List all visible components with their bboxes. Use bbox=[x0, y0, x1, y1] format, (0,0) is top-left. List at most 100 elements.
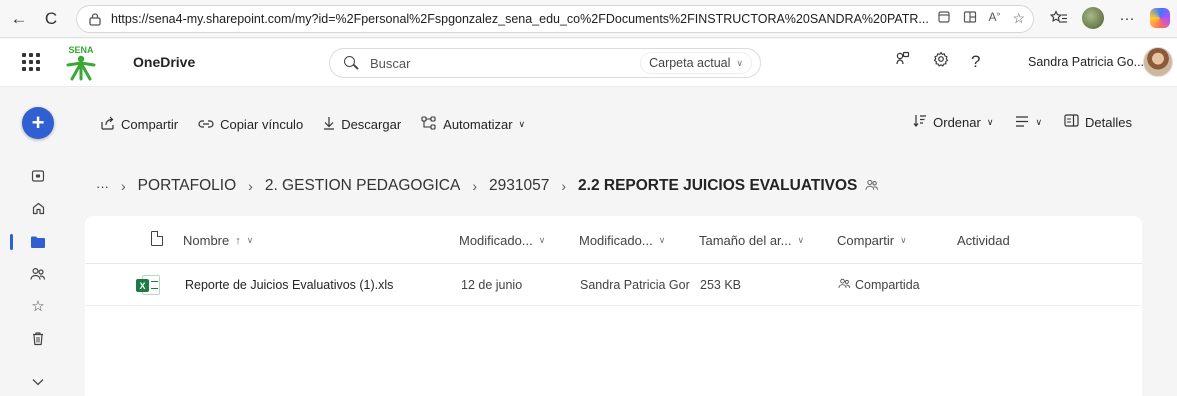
column-modified-label: Modificado... bbox=[459, 233, 533, 248]
read-aloud-icon[interactable]: A» bbox=[989, 10, 1001, 27]
link-icon bbox=[198, 116, 214, 132]
column-header-name[interactable]: Nombre ↑ ∨ bbox=[183, 233, 253, 248]
automate-dropdown[interactable]: Automatizar ∨ bbox=[421, 115, 526, 133]
sena-logo-text: SENA bbox=[68, 45, 94, 55]
copilot-icon[interactable] bbox=[1150, 8, 1170, 28]
chevron-down-icon[interactable] bbox=[28, 372, 48, 392]
download-button[interactable]: Descargar bbox=[323, 116, 401, 133]
automate-label: Automatizar bbox=[443, 116, 513, 132]
chevron-down-icon: ∨ bbox=[658, 235, 666, 245]
profile-avatar-icon[interactable] bbox=[1082, 7, 1104, 29]
copy-link-label: Copiar vínculo bbox=[220, 116, 304, 132]
file-size: 253 KB bbox=[700, 278, 742, 292]
favorites-icon[interactable] bbox=[1048, 7, 1070, 29]
view-options-dropdown[interactable]: ∨ bbox=[1015, 114, 1042, 130]
column-modified-by-label: Modificado... bbox=[579, 233, 653, 248]
active-indicator bbox=[10, 234, 13, 250]
more-options-icon[interactable]: ··· bbox=[1116, 7, 1138, 29]
column-header-modified[interactable]: Modificado... ∨ bbox=[459, 233, 545, 248]
download-label: Descargar bbox=[341, 116, 402, 132]
file-list: Nombre ↑ ∨ Modificado... ∨ Modificado...… bbox=[85, 216, 1142, 396]
chevron-right-icon: › bbox=[248, 178, 253, 194]
chevron-right-icon: › bbox=[121, 178, 126, 194]
browser-toolbar: ← C https://sena4-my.sharepoint.com/my?i… bbox=[0, 0, 1177, 38]
file-sharing-label: Compartida bbox=[855, 278, 920, 292]
list-header: Nombre ↑ ∨ Modificado... ∨ Modificado...… bbox=[85, 216, 1142, 264]
sena-logo[interactable]: SENA bbox=[60, 43, 102, 83]
column-header-size[interactable]: Tamaño del ar... ∨ bbox=[699, 233, 804, 248]
list-view-icon bbox=[1015, 114, 1029, 130]
column-size-label: Tamaño del ar... bbox=[699, 233, 792, 248]
favorites-star-icon[interactable]: ☆ bbox=[28, 296, 48, 316]
address-bar[interactable]: https://sena4-my.sharepoint.com/my?id=%2… bbox=[76, 5, 1034, 33]
breadcrumb-item[interactable]: 2. GESTION PEDAGOGICA bbox=[265, 177, 461, 195]
create-new-button[interactable]: + bbox=[22, 107, 54, 139]
reload-button[interactable]: C bbox=[38, 6, 64, 32]
details-button[interactable]: Detalles bbox=[1064, 114, 1132, 130]
search-input[interactable]: Buscar bbox=[370, 56, 410, 71]
file-name-link[interactable]: Reporte de Juicios Evaluativos (1).xls bbox=[185, 278, 393, 292]
chevron-right-icon: › bbox=[472, 178, 478, 194]
app-header: SENA OneDrive Buscar Carpeta actual ∨ ? … bbox=[0, 39, 1177, 87]
breadcrumb-current: 2.2 REPORTE JUICIOS EVALUATIVOS bbox=[578, 177, 858, 194]
sort-label: Ordenar bbox=[933, 114, 981, 130]
tab-actions-icon[interactable] bbox=[937, 10, 951, 27]
recycle-bin-icon[interactable] bbox=[28, 328, 48, 348]
user-name[interactable]: Sandra Patricia Go... bbox=[1028, 55, 1144, 69]
app-launcher-icon[interactable] bbox=[22, 53, 40, 71]
favorite-star-icon[interactable]: ☆ bbox=[1012, 10, 1025, 27]
chevron-down-icon: ∨ bbox=[538, 235, 546, 245]
share-label: Compartir bbox=[121, 116, 179, 132]
split-screen-icon[interactable] bbox=[963, 10, 977, 27]
user-avatar[interactable] bbox=[1143, 47, 1173, 77]
column-header-activity[interactable]: Actividad bbox=[957, 233, 1010, 248]
excel-file-icon: X bbox=[136, 275, 160, 295]
details-pane-icon bbox=[1064, 114, 1079, 130]
shared-people-icon[interactable] bbox=[865, 179, 879, 194]
back-button[interactable]: ← bbox=[6, 6, 32, 32]
sort-ascending-icon: ↑ bbox=[235, 234, 241, 247]
column-activity-label: Actividad bbox=[957, 233, 1010, 248]
chevron-down-icon: ∨ bbox=[797, 235, 805, 245]
column-header-modified-by[interactable]: Modificado... ∨ bbox=[579, 233, 665, 248]
file-type-column-icon[interactable] bbox=[151, 231, 163, 246]
chevron-down-icon: ∨ bbox=[246, 235, 254, 245]
search-scope-dropdown[interactable]: Carpeta actual ∨ bbox=[640, 52, 752, 74]
help-icon[interactable]: ? bbox=[971, 52, 980, 72]
home-panel-icon[interactable] bbox=[28, 166, 48, 186]
home-icon[interactable] bbox=[28, 198, 48, 218]
download-icon bbox=[323, 116, 335, 133]
file-modified-by[interactable]: Sandra Patricia Gor bbox=[580, 278, 692, 292]
table-row[interactable]: X Reporte de Juicios Evaluativos (1).xls… bbox=[85, 264, 1142, 306]
column-header-sharing[interactable]: Compartir ∨ bbox=[837, 233, 907, 248]
shared-people-icon bbox=[838, 278, 851, 292]
chevron-down-icon: ∨ bbox=[1035, 116, 1043, 127]
breadcrumb-overflow-button[interactable]: ··· bbox=[96, 179, 109, 194]
url-text: https://sena4-my.sharepoint.com/my?id=%2… bbox=[111, 12, 929, 26]
automate-icon bbox=[421, 115, 437, 133]
chevron-down-icon: ∨ bbox=[736, 57, 743, 68]
chevron-right-icon: › bbox=[561, 178, 567, 194]
search-scope-label: Carpeta actual bbox=[649, 56, 731, 70]
share-network-icon[interactable] bbox=[895, 51, 911, 72]
settings-gear-icon[interactable] bbox=[933, 51, 949, 72]
site-info-icon[interactable] bbox=[87, 11, 103, 27]
my-files-folder-icon[interactable] bbox=[28, 232, 48, 252]
file-modified: 12 de junio bbox=[461, 278, 523, 292]
sort-icon bbox=[913, 114, 927, 130]
sort-dropdown[interactable]: Ordenar ∨ bbox=[913, 114, 993, 130]
left-rail: + ☆ bbox=[0, 88, 78, 396]
chevron-down-icon: ∨ bbox=[518, 118, 526, 129]
app-title[interactable]: OneDrive bbox=[133, 54, 195, 70]
breadcrumb-item[interactable]: PORTAFOLIO bbox=[138, 177, 236, 195]
file-sharing-status[interactable]: Compartida bbox=[838, 278, 920, 292]
search-icon bbox=[344, 56, 358, 70]
share-button[interactable]: Compartir bbox=[100, 116, 178, 133]
shared-people-icon[interactable] bbox=[28, 264, 48, 284]
chevron-down-icon: ∨ bbox=[900, 235, 907, 245]
breadcrumb-item[interactable]: 2931057 bbox=[489, 177, 549, 195]
copy-link-button[interactable]: Copiar vínculo bbox=[198, 116, 303, 132]
search-box[interactable]: Buscar Carpeta actual ∨ bbox=[329, 48, 761, 78]
column-sharing-label: Compartir bbox=[837, 233, 895, 248]
breadcrumb: ··· › PORTAFOLIO › 2. GESTION PEDAGOGICA… bbox=[96, 174, 879, 198]
